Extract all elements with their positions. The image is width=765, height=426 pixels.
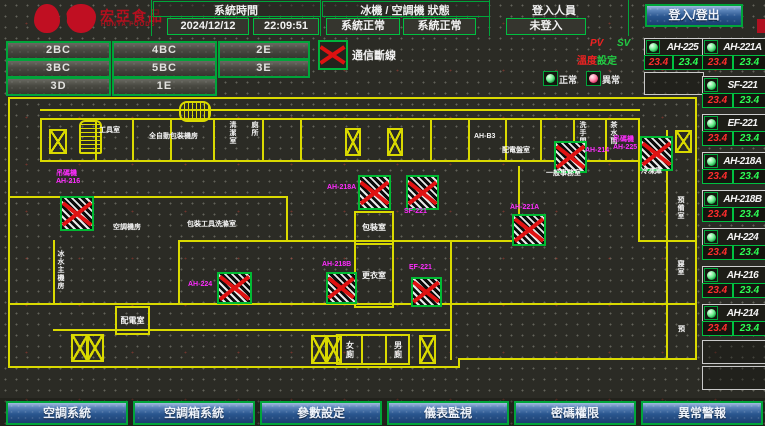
map-wall (40, 118, 640, 120)
map-wall (8, 97, 697, 99)
map-wall (40, 118, 42, 162)
room-label: 廁所 (250, 121, 258, 137)
map-ahu-label-ah-218a: AH-218A (327, 184, 356, 192)
map-ahu-label-ah-225: 吊碼機 AH-225 (613, 136, 637, 152)
map-ahu-label-ah-214: AH-214 (585, 147, 609, 155)
room-box (361, 334, 387, 365)
map-ahu-icon-ah-214[interactable] (554, 141, 587, 173)
map-wall (178, 240, 180, 304)
map-wall (695, 97, 697, 360)
room-box-label: 更衣室 (362, 272, 386, 280)
stairs-icon (179, 101, 211, 122)
map-wall (213, 118, 215, 162)
map-ahu-icon-sf-221[interactable] (406, 175, 439, 210)
elevator-shaft-icon (675, 130, 692, 153)
map-wall (505, 118, 507, 162)
room-box-label: 女廁 (346, 341, 354, 359)
nav-button-4[interactable]: 儀表監視 (387, 401, 509, 425)
room-label: 預 (678, 326, 685, 334)
elevator-shaft-icon (345, 128, 361, 156)
nav-button-6[interactable]: 異常警報 (641, 401, 763, 425)
map-wall (8, 97, 10, 368)
map-ahu-icon-ah-224[interactable] (217, 272, 252, 304)
map-wall (605, 118, 607, 162)
map-wall (8, 366, 460, 368)
map-ahu-label-ah-216: 吊碼機 AH-216 (56, 170, 80, 186)
map-ahu-icon-ah-221a[interactable] (512, 214, 546, 246)
room-label: 包裝工具洗滌室 (187, 221, 243, 229)
room-box: 女廁 (336, 334, 363, 365)
map-wall (132, 118, 134, 162)
map-ahu-icon-ef-221[interactable] (411, 277, 442, 307)
map-ahu-label-ah-218b: AH-218B (322, 261, 351, 269)
map-ahu-label-ef-221: EF-221 (409, 264, 432, 272)
map-wall (8, 196, 288, 198)
room-box: 男廁 (385, 334, 410, 365)
nav-button-3[interactable]: 參數設定 (260, 401, 382, 425)
map-ahu-icon-ah-218b[interactable] (326, 272, 357, 304)
elevator-shaft-icon (49, 129, 67, 154)
map-ahu-sublabel: 冷凍庫 (641, 168, 662, 176)
map-wall (430, 118, 432, 162)
map-wall (638, 162, 640, 242)
hmi-screen: 宏亞食品 HUNYA FOODS 系統時間 2024/12/12 22:09:5… (0, 0, 765, 426)
map-wall (40, 160, 640, 162)
room-box-label: 包裝室 (362, 224, 386, 232)
room-label: 預備室 (676, 196, 684, 220)
map-ahu-label-ah-221a: AH-221A (510, 204, 539, 212)
map-wall (286, 196, 288, 242)
room-label: 寢室 (676, 260, 684, 276)
room-label: 工具室 (99, 127, 125, 135)
nav-button-5[interactable]: 密碼權限 (514, 401, 636, 425)
nav-button-1[interactable]: 空調系統 (6, 401, 128, 425)
room-box: 更衣室 (354, 243, 394, 308)
room-label: 空調機房 (113, 224, 151, 232)
map-wall (450, 240, 452, 360)
room-label: 全自動包裝機房 (149, 133, 201, 141)
elevator-shaft-icon (419, 335, 436, 364)
room-label: 配電盤室 (502, 147, 542, 155)
map-wall (458, 358, 697, 360)
elevator-shaft-icon (86, 334, 104, 362)
map-wall (178, 240, 520, 242)
room-label: 冰水主機房 (56, 250, 64, 290)
map-wall (458, 358, 460, 368)
map-wall (53, 329, 452, 331)
room-box-label: 配電室 (121, 317, 145, 325)
map-wall (540, 118, 542, 162)
map-wall (40, 109, 640, 111)
room-box-label: 男廁 (394, 341, 402, 359)
elevator-shaft-icon (387, 128, 403, 156)
map-ahu-icon-ah-225[interactable] (640, 136, 673, 171)
map-ahu-label-ah-224: AH-224 (188, 281, 212, 289)
map-ahu-icon-ah-218a[interactable] (358, 175, 391, 210)
room-box: 配電室 (115, 306, 150, 335)
map-wall (468, 118, 470, 162)
room-label: 清潔室 (228, 121, 236, 145)
map-ahu-icon-ah-216[interactable] (60, 196, 94, 231)
room-box: 包裝室 (354, 211, 394, 245)
nav-button-2[interactable]: 空調箱系統 (133, 401, 255, 425)
map-ahu-label-sf-221: SF-221 (404, 208, 427, 216)
map-wall (53, 240, 55, 305)
room-label: AH-B3 (474, 133, 495, 141)
floor-plan: 包裝室更衣室配電室女廁男廁工具室全自動包裝機房清潔室廁所AH-B3配電盤室洗手間… (0, 0, 765, 426)
map-ahu-sublabel: 一般事務室 (546, 170, 581, 178)
stairs-icon (79, 120, 102, 154)
map-wall (262, 118, 264, 162)
map-wall (300, 118, 302, 162)
